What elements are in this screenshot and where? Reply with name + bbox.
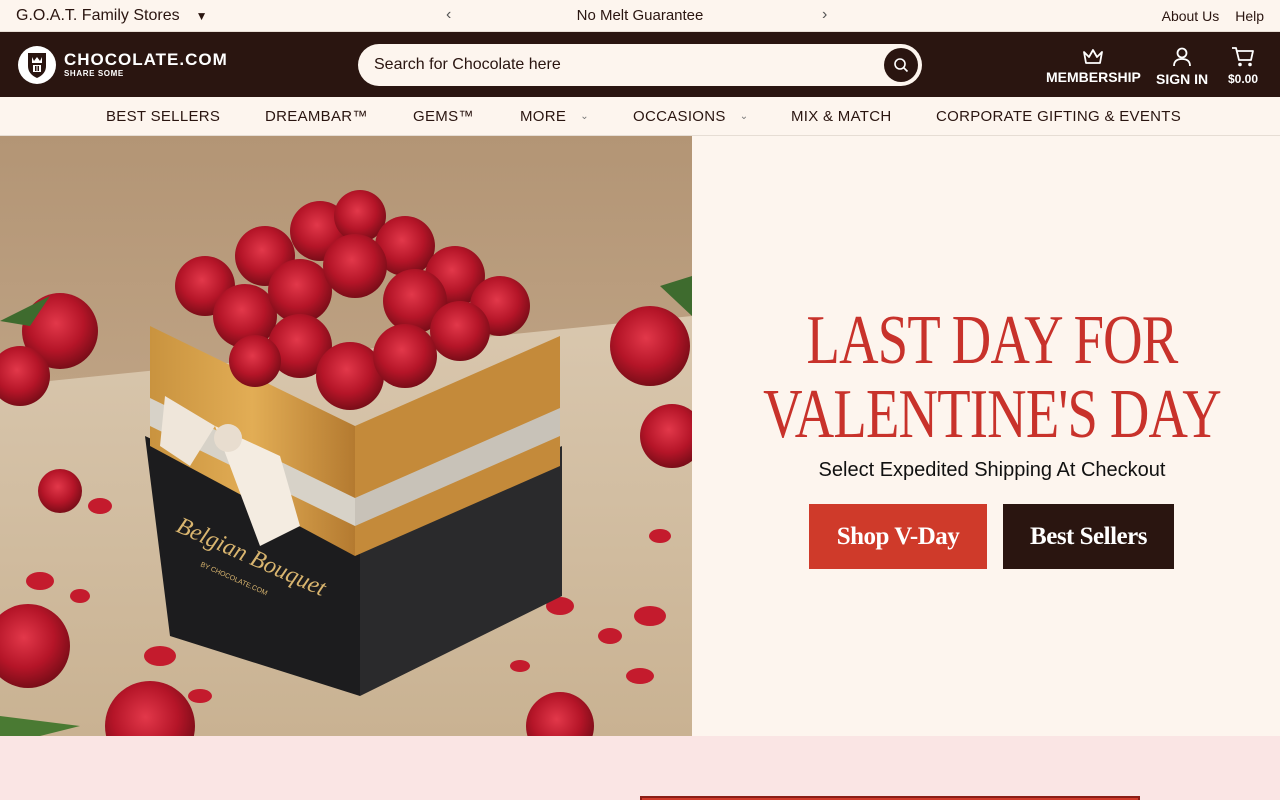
nav-item-mix-match[interactable]: MIX & MATCH (791, 108, 892, 125)
shop-vday-button[interactable]: Shop V-Day (809, 504, 987, 569)
cart-button[interactable]: $0.00 (1228, 46, 1258, 86)
nav-item-label: MIX & MATCH (791, 108, 892, 125)
cart-total: $0.00 (1228, 72, 1259, 86)
nav-item-label: MORE (520, 108, 567, 125)
about-us-link[interactable]: About Us (1162, 8, 1220, 24)
store-selector-label: G.O.A.T. Family Stores (16, 7, 180, 24)
hero-image[interactable]: Belgian Bouquet BY CHOCOLATE.COM (0, 136, 692, 736)
membership-button[interactable]: MEMBERSHIP (1046, 48, 1141, 85)
nav-item-corporate-gifting[interactable]: CORPORATE GIFTING & EVENTS (936, 108, 1181, 125)
chevron-down-icon: ⌄ (580, 111, 589, 122)
promo-card-top[interactable] (640, 796, 1140, 800)
nav-item-label: GEMS™ (413, 108, 474, 125)
logo[interactable]: CHOCOLATE.COM SHARE SOME (18, 46, 228, 84)
search-input[interactable] (374, 53, 874, 77)
chevron-down-icon: ⌄ (739, 111, 749, 122)
search-button[interactable] (884, 48, 918, 82)
nav-item-label: BEST SELLERS (106, 108, 221, 125)
hero-title-line-2: VALENTINE'S DAY (763, 376, 1221, 453)
promo-message: No Melt Guarantee (576, 7, 704, 24)
chevron-right-icon[interactable]: › (822, 6, 827, 24)
caret-down-icon: ▼ (195, 9, 208, 23)
nav-item-gems[interactable]: GEMS™ (413, 108, 474, 125)
nav-item-dreambar[interactable]: DREAMBAR™ (265, 108, 368, 125)
chevron-left-icon[interactable]: ‹ (446, 6, 451, 24)
nav-item-occasions[interactable]: OCCASIONS ⌄ (633, 108, 748, 125)
logo-crest-icon (18, 46, 56, 84)
site-header: CHOCOLATE.COM SHARE SOME MEMBERSHIP SIGN… (0, 32, 1280, 97)
sign-in-label: SIGN IN (1156, 71, 1209, 87)
nav-item-label: OCCASIONS (633, 108, 726, 125)
help-link[interactable]: Help (1235, 8, 1264, 24)
hero-panel: LAST DAY FOR VALENTINE'S DAY Select Expe… (692, 136, 1280, 736)
main-nav: BEST SELLERS DREAMBAR™ GEMS™ MORE ⌄ OCCA… (0, 97, 1280, 136)
hero-subtitle: Select Expedited Shipping At Checkout (818, 459, 1166, 481)
next-section (0, 736, 1280, 800)
nav-item-label: CORPORATE GIFTING & EVENTS (936, 108, 1182, 125)
store-selector[interactable]: G.O.A.T. Family Stores ▼ (16, 7, 207, 25)
sign-in-button[interactable]: SIGN IN (1156, 46, 1208, 87)
logo-name: CHOCOLATE.COM (64, 50, 228, 69)
logo-tagline: SHARE SOME (64, 69, 124, 78)
nav-item-best-sellers[interactable]: BEST SELLERS (106, 108, 220, 125)
crown-icon (1083, 49, 1104, 64)
nav-item-more[interactable]: MORE ⌄ (520, 108, 589, 125)
utility-bar: G.O.A.T. Family Stores ▼ ‹ No Melt Guara… (0, 0, 1280, 32)
search-icon (894, 58, 909, 73)
best-sellers-button[interactable]: Best Sellers (1003, 504, 1174, 569)
user-icon (1173, 47, 1191, 67)
hero-title-line-1: LAST DAY FOR (806, 302, 1179, 379)
hero-title: LAST DAY FOR VALENTINE'S DAY (758, 304, 1226, 452)
membership-label: MEMBERSHIP (1046, 69, 1141, 85)
nav-item-label: DREAMBAR™ (265, 108, 368, 125)
cart-icon (1232, 47, 1254, 67)
search-bar (358, 44, 922, 86)
